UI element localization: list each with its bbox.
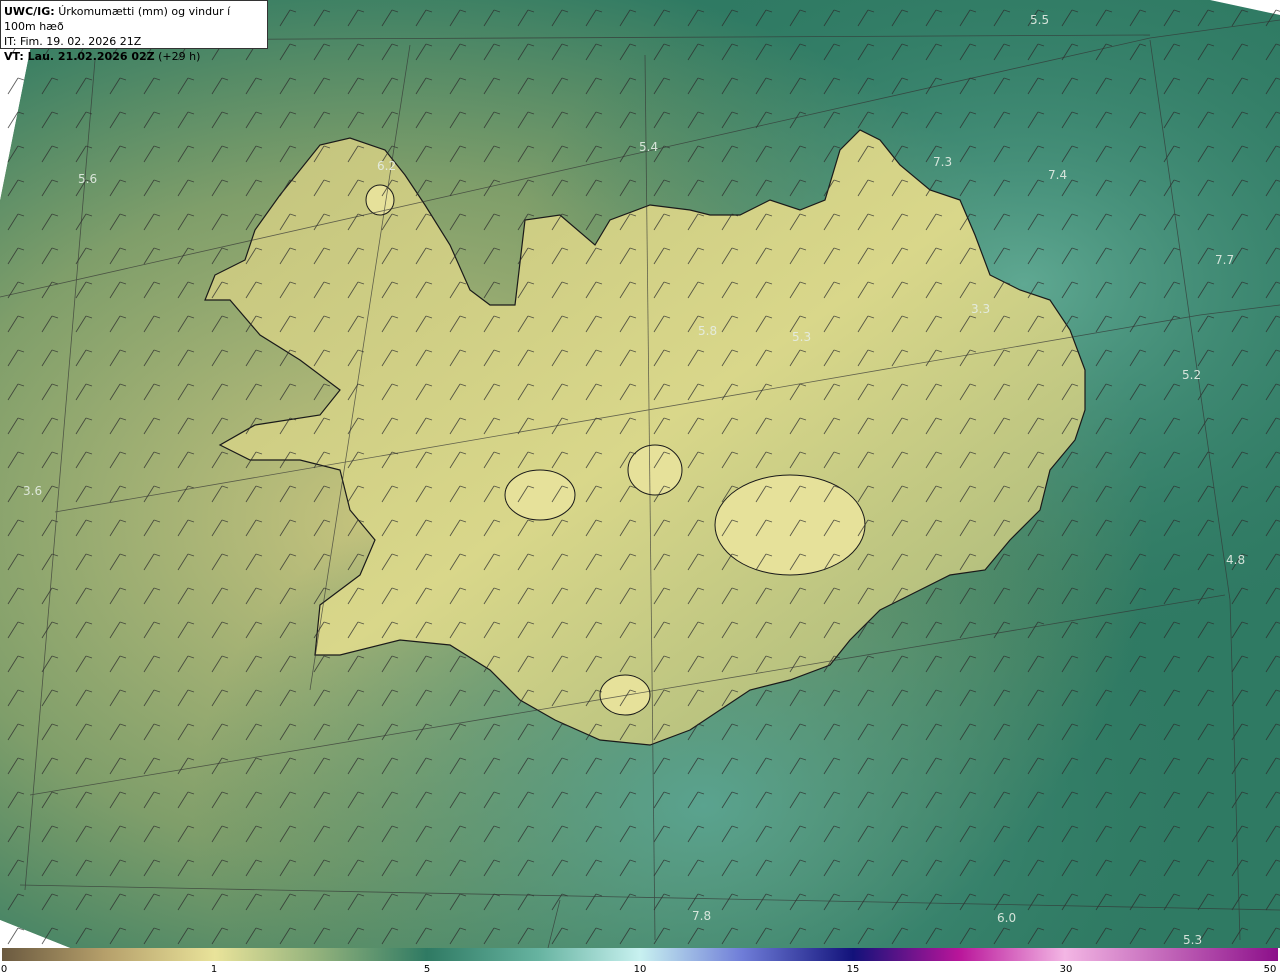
legend-tick-1: 1 bbox=[210, 964, 218, 975]
value-label-3-3: 3.3 bbox=[971, 302, 990, 316]
value-label-5-3a: 5.3 bbox=[792, 330, 811, 344]
value-label-7-8: 7.8 bbox=[692, 909, 711, 923]
legend-tick-5: 5 bbox=[423, 964, 431, 975]
value-label-5-5: 5.5 bbox=[1030, 13, 1049, 27]
value-label-5-6: 5.6 bbox=[78, 172, 97, 186]
map-info-box: UWC/IG: Úrkomumætti (mm) og vindur í 100… bbox=[0, 0, 268, 63]
colorbar bbox=[2, 948, 1278, 961]
value-label-5-4: 5.4 bbox=[639, 140, 658, 154]
legend-tick-0: 0 bbox=[0, 964, 8, 975]
valid-time: VT: Lau. 21.02.2026 02Z bbox=[4, 50, 155, 63]
value-label-7-4: 7.4 bbox=[1048, 168, 1067, 182]
legend-tick-10: 10 bbox=[633, 964, 647, 975]
value-label-5-3b: 5.3 bbox=[1183, 933, 1202, 947]
value-label-6-0: 6.0 bbox=[997, 911, 1016, 925]
value-label-3-6: 3.6 bbox=[23, 484, 42, 498]
value-label-7-7: 7.7 bbox=[1215, 253, 1234, 267]
precipitation-wind-map: 5.5 5.4 6.2 5.6 7.3 7.4 7.7 3.3 5.8 5.3 … bbox=[0, 0, 1280, 948]
value-label-6-2: 6.2 bbox=[377, 159, 396, 173]
legend-tick-30: 30 bbox=[1059, 964, 1073, 975]
legend-tick-15: 15 bbox=[846, 964, 860, 975]
value-label-5-2: 5.2 bbox=[1182, 368, 1201, 382]
colorbar-legend: 0 1 5 10 15 30 50 bbox=[0, 948, 1280, 978]
value-label-7-3: 7.3 bbox=[933, 155, 952, 169]
value-label-5-8: 5.8 bbox=[698, 324, 717, 338]
issue-time: IT: Fim. 19. 02. 2026 21Z bbox=[4, 35, 142, 48]
forecast-lead: (+29 h) bbox=[158, 50, 201, 63]
product-code: UWC/IG: bbox=[4, 5, 55, 18]
value-label-4-8: 4.8 bbox=[1226, 553, 1245, 567]
legend-tick-50: 50 bbox=[1263, 964, 1277, 975]
